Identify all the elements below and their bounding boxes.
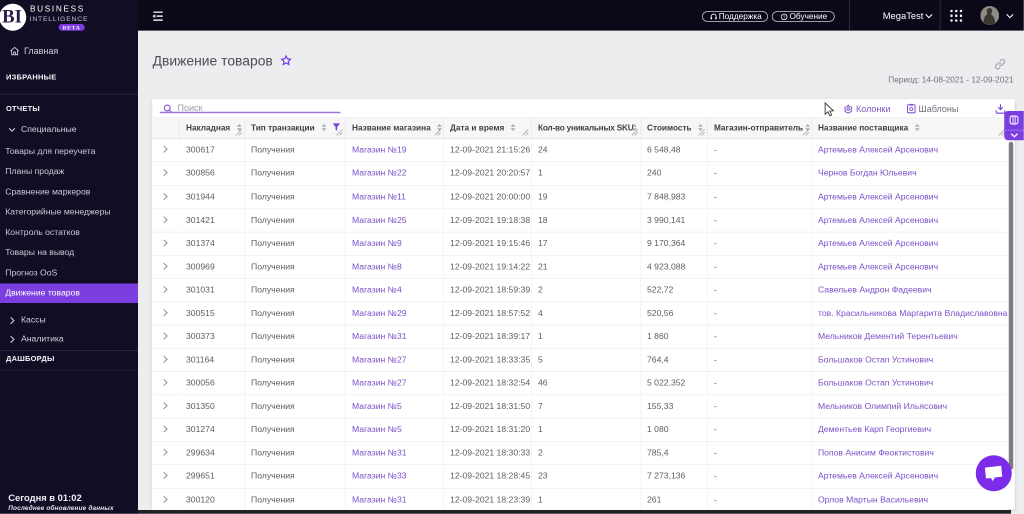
svg-text:?: ?	[783, 15, 786, 20]
